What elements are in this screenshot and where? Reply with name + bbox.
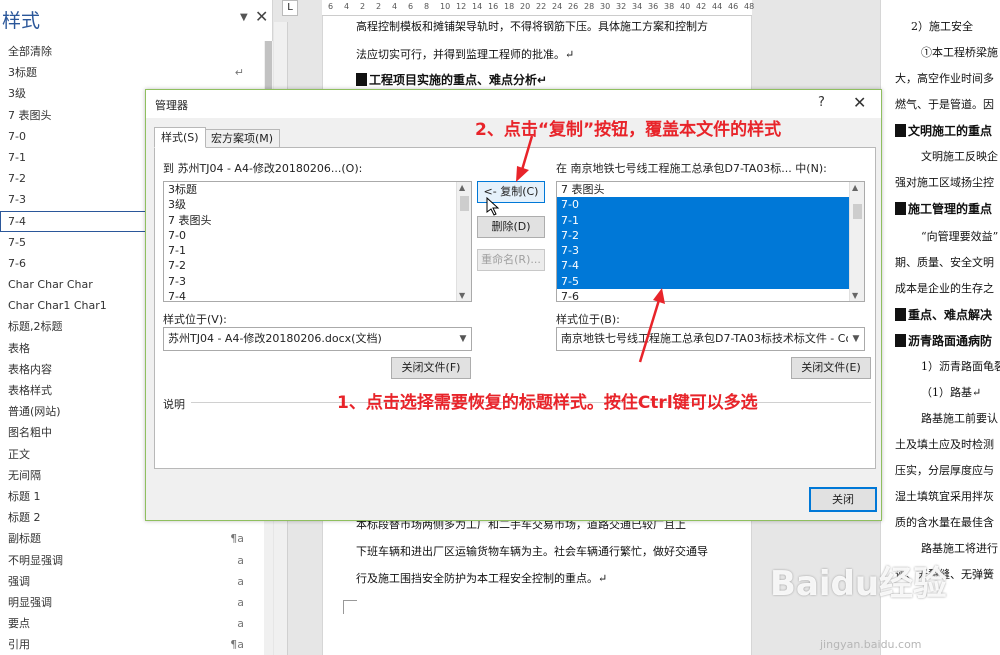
watermark: Baidu经验 jingyan.baidu.com [760, 556, 1000, 655]
annotation-step-1: 1、点击选择需要恢复的标题样式。按住Ctrl键可以多选 [337, 393, 758, 413]
baidu-logo: Baidu经验 [770, 564, 948, 604]
arrowhead-icon [653, 288, 665, 304]
tab-styles[interactable]: 样式(S) [154, 127, 206, 148]
annotation-arrow-copy [520, 135, 534, 171]
arrowhead-icon [516, 166, 529, 182]
annotation-arrow-select [638, 299, 661, 363]
watermark-url: jingyan.baidu.com [820, 638, 922, 651]
mouse-cursor-icon [486, 196, 500, 216]
annotation-step-2: 2、点击“复制”按钮，覆盖本文件的样式 [475, 120, 782, 140]
